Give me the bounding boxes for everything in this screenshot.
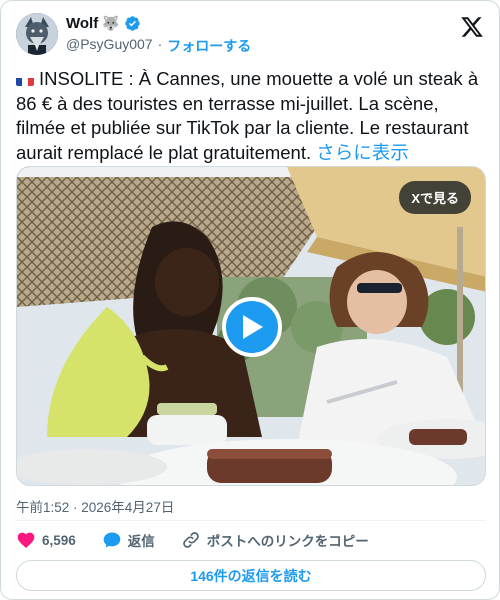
reply-bubble-icon (103, 532, 121, 548)
tweet-card: Wolf 🐺 @PsyGuy007 · フォローする INSOLITE : À … (0, 0, 500, 600)
show-more-link[interactable]: さらに表示 (316, 142, 409, 163)
france-flag-icon (16, 73, 34, 86)
separator-dot: · (157, 36, 163, 52)
read-replies-button[interactable]: 146件の返信を読む (16, 560, 486, 591)
tweet-text: INSOLITE : À Cannes, une mouette a volé … (16, 68, 479, 163)
play-button[interactable] (222, 297, 282, 357)
handle-line: @PsyGuy007 · フォローする (66, 36, 251, 56)
link-icon (183, 532, 199, 548)
x-logo-icon[interactable] (460, 15, 484, 39)
view-on-x-button[interactable]: Xで見る (399, 181, 471, 214)
copy-link-label: ポストへのリンクをコピー (206, 534, 369, 549)
author-handle[interactable]: @PsyGuy007 (66, 36, 153, 56)
avatar[interactable] (16, 13, 58, 55)
heart-icon (17, 532, 35, 548)
verified-badge-icon (124, 16, 140, 31)
tweet-timestamp[interactable]: 午前1:52 · 2026年4月27日 (16, 496, 174, 516)
video-media[interactable]: Xで見る (16, 166, 486, 486)
play-icon (243, 315, 263, 339)
author-name-line[interactable]: Wolf 🐺 (66, 15, 141, 32)
follow-button[interactable]: フォローする (167, 36, 251, 56)
like-button[interactable]: 6,596 (16, 530, 76, 550)
wolf-emoji: 🐺 (102, 15, 120, 31)
reply-button[interactable]: 返信 (102, 530, 155, 550)
divider (16, 520, 486, 521)
tweet-header: Wolf 🐺 @PsyGuy007 · フォローする (16, 13, 486, 57)
action-bar: 6,596 返信 ポストへのリンクをコピー (16, 528, 486, 552)
reply-label: 返信 (127, 534, 155, 549)
tweet-text-block: INSOLITE : À Cannes, une mouette a volé … (16, 67, 488, 165)
like-count: 6,596 (42, 532, 76, 548)
copy-link-button[interactable]: ポストへのリンクをコピー (181, 530, 369, 550)
author-name[interactable]: Wolf (66, 15, 98, 32)
